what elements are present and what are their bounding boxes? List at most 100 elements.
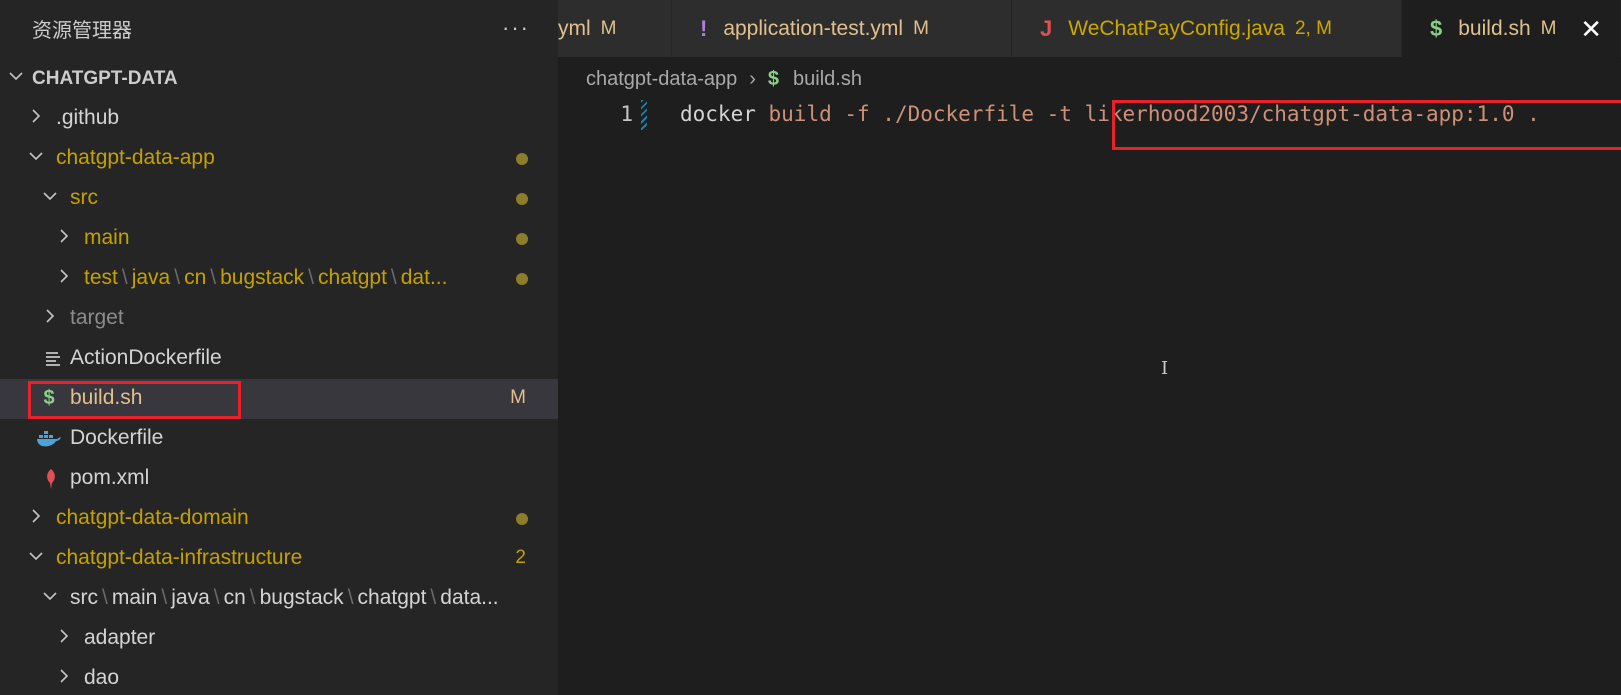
java-icon: J [1040, 15, 1053, 41]
chevron-down-icon [40, 588, 60, 604]
tree-item-label: chatgpt-data-infrastructure [56, 546, 303, 569]
chevron-right-icon [54, 228, 74, 244]
tree-item-path: src \ main \ java \ cn \ bugstack \ chatgpt \ data..… [70, 586, 499, 609]
tab-modified-badge: M [913, 17, 929, 39]
code-command: docker [680, 102, 756, 126]
chevron-right-icon [26, 108, 46, 124]
explorer-title: 资源管理器 [32, 19, 132, 42]
path-segment: chatgpt [357, 586, 427, 609]
breadcrumb-folder[interactable]: chatgpt-data-app [586, 68, 737, 91]
tab-modified-badge: M [600, 17, 617, 39]
tree-item-dockerfile[interactable]: Dockerfile [0, 419, 558, 459]
chevron-down-icon [26, 548, 46, 564]
dollar-icon: $ [767, 67, 780, 90]
editor-line-1[interactable]: 1 docker build -f ./Dockerfile -t likerh… [558, 98, 1621, 134]
path-segment: src [70, 586, 98, 609]
explorer-header: 资源管理器 ··· [0, 0, 558, 56]
tree-item-label: ActionDockerfile [70, 346, 222, 369]
path-segment: java [131, 266, 171, 289]
line-number: 1 [620, 102, 633, 126]
tree-item-chatgpt-data-infrastructure[interactable]: chatgpt-data-infrastructure 2 [0, 539, 558, 579]
tree-item-label: Dockerfile [70, 426, 164, 449]
path-segment: bugstack [259, 586, 344, 609]
tab-modified-badge: 2, M [1294, 17, 1332, 39]
dollar-icon: $ [1430, 15, 1443, 41]
chevron-right-icon [54, 628, 74, 644]
breadcrumb-file[interactable]: build.sh [793, 68, 862, 91]
chevron-down-icon [6, 68, 26, 84]
tree-item-label: adapter [84, 626, 156, 649]
tree-item-chatgpt-data-app[interactable]: chatgpt-data-app [0, 139, 558, 179]
chevron-right-icon [54, 668, 74, 684]
tree-item-build-sh[interactable]: $ build.sh M [0, 379, 558, 419]
code-args: build -f ./Dockerfile -t [768, 102, 1072, 126]
path-segment: cn [223, 586, 246, 609]
text-cursor-icon: I [1161, 358, 1169, 379]
tree-item-label: pom.xml [70, 466, 150, 489]
chevron-down-icon [40, 188, 60, 204]
tree-item-label: .github [56, 106, 120, 129]
tree-item-src[interactable]: src [0, 179, 558, 219]
path-segment: java [171, 586, 210, 609]
tree-item-label: build.sh [70, 386, 143, 409]
tree-item-label: dao [84, 666, 120, 689]
path-segment: test [84, 266, 118, 289]
modified-badge: M [510, 387, 526, 408]
tab-label: yml [558, 16, 591, 40]
tab-label: application-test.yml [723, 16, 904, 40]
chevron-down-icon [26, 148, 46, 164]
path-segment: cn [184, 266, 207, 289]
path-segment: bugstack [220, 266, 305, 289]
tab-build-sh[interactable]: $ build.sh M ✕ [1402, 0, 1621, 57]
lines-icon [42, 347, 64, 371]
tree-root-chatgpt-data[interactable]: CHATGPT-DATA [0, 59, 558, 99]
path-segment: chatgpt [318, 266, 387, 289]
tab-label: build.sh [1458, 16, 1531, 40]
tree-item-target[interactable]: target [0, 299, 558, 339]
code-image-tag: likerhood2003/chatgpt-data-app:1.0 . [1084, 102, 1540, 126]
modified-dot-icon [516, 233, 528, 245]
tree-item-actiondockerfile[interactable]: ActionDockerfile [0, 339, 558, 379]
tree-item-label: main [84, 226, 130, 249]
docker-whale-icon [36, 427, 61, 451]
close-icon[interactable]: ✕ [1580, 14, 1602, 45]
path-segment: data... [440, 586, 499, 609]
tab-yml[interactable]: yml M [558, 0, 672, 57]
tree-item-chatgpt-data-domain[interactable]: chatgpt-data-domain [0, 499, 558, 539]
tree-item-label: src [70, 186, 98, 209]
tab-wechatpayconfig-java[interactable]: J WeChatPayConfig.java 2, M [1012, 0, 1402, 57]
tree-item-path: test \ java \ cn \ bugstack \ chatgpt \ dat... [84, 266, 448, 289]
chevron-right-icon [26, 508, 46, 524]
path-segment: main [111, 586, 158, 609]
modified-dot-icon [516, 153, 528, 165]
tab-modified-badge: M [1540, 17, 1557, 39]
tree-item-pom-xml[interactable]: pom.xml [0, 459, 558, 499]
path-segment: dat... [400, 266, 448, 289]
problem-count-badge: 2 [515, 547, 526, 568]
exclamation-icon: ! [700, 15, 708, 41]
tree-item-label: chatgpt-data-app [56, 146, 215, 169]
tree-item-github[interactable]: .github [0, 99, 558, 139]
chevron-right-icon [40, 308, 60, 324]
chevron-right-icon [54, 268, 74, 284]
tab-label: WeChatPayConfig.java [1068, 16, 1285, 40]
tree-item-label: target [70, 306, 124, 329]
editor-tab-bar: yml M ! application-test.yml M J WeChatP… [558, 0, 1621, 57]
breadcrumb: chatgpt-data-app › $ build.sh [586, 62, 862, 96]
tree-item-main[interactable]: main [0, 219, 558, 259]
tree-root-label: CHATGPT-DATA [32, 68, 178, 89]
modified-dot-icon [516, 193, 528, 205]
tab-application-test-yml[interactable]: ! application-test.yml M [672, 0, 1012, 57]
code-text[interactable]: docker build -f ./Dockerfile -t likerhoo… [680, 102, 1540, 126]
gutter-modified-marker [641, 100, 647, 130]
more-actions-icon[interactable]: ··· [502, 15, 530, 41]
chevron-right-icon: › [749, 67, 756, 90]
modified-dot-icon [516, 273, 528, 285]
tree-item-test-path[interactable]: test \ java \ cn \ bugstack \ chatgpt \ dat... [0, 259, 558, 299]
modified-dot-icon [516, 513, 528, 525]
tree-item-dao[interactable]: dao [0, 659, 558, 695]
feather-icon [40, 467, 62, 491]
tree-item-adapter[interactable]: adapter [0, 619, 558, 659]
tree-item-src-main-path[interactable]: src \ main \ java \ cn \ bugstack \ chatgpt \ data..… [0, 579, 558, 619]
explorer-sidebar: 资源管理器 ··· CHATGPT-DATA .github chatgpt-d… [0, 0, 558, 695]
